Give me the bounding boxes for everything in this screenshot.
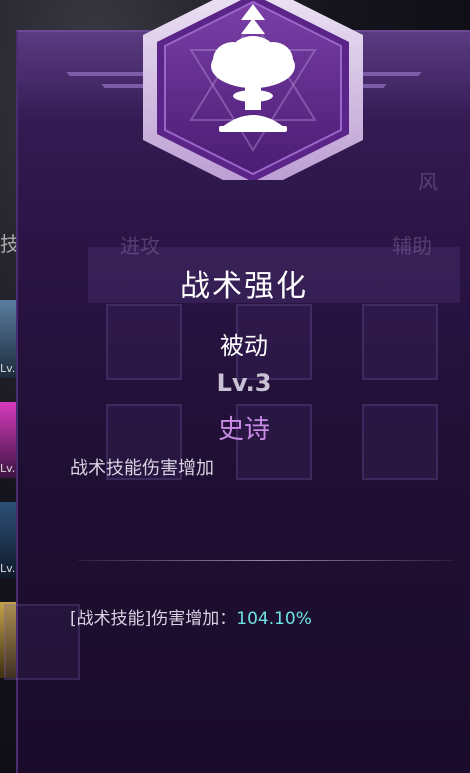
background-card-level: Lv. (0, 362, 16, 375)
background-card-level: Lv. (0, 562, 16, 575)
skill-name: 战术强化 (180, 269, 308, 304)
background-tab-label: 进攻 (120, 234, 160, 258)
stat-label: [战术技能]伤害增加： (70, 609, 237, 629)
skill-level: Lv.3 (216, 369, 272, 397)
skill-stat-line: [战术技能]伤害增加：104.10% (70, 604, 312, 629)
stat-value: 104.10% (236, 609, 312, 629)
section-divider (78, 560, 454, 561)
background-skill-slot (4, 604, 80, 680)
background-tab-label: 辅助 (392, 234, 432, 258)
background-card-level: Lv. (0, 462, 16, 475)
skill-emblem (143, 0, 363, 180)
skill-rarity: 史诗 (217, 415, 270, 445)
skill-type: 被动 (220, 332, 268, 360)
skill-description: 战术技能伤害增加 (70, 458, 214, 479)
background-category-label: 风 (418, 170, 438, 194)
